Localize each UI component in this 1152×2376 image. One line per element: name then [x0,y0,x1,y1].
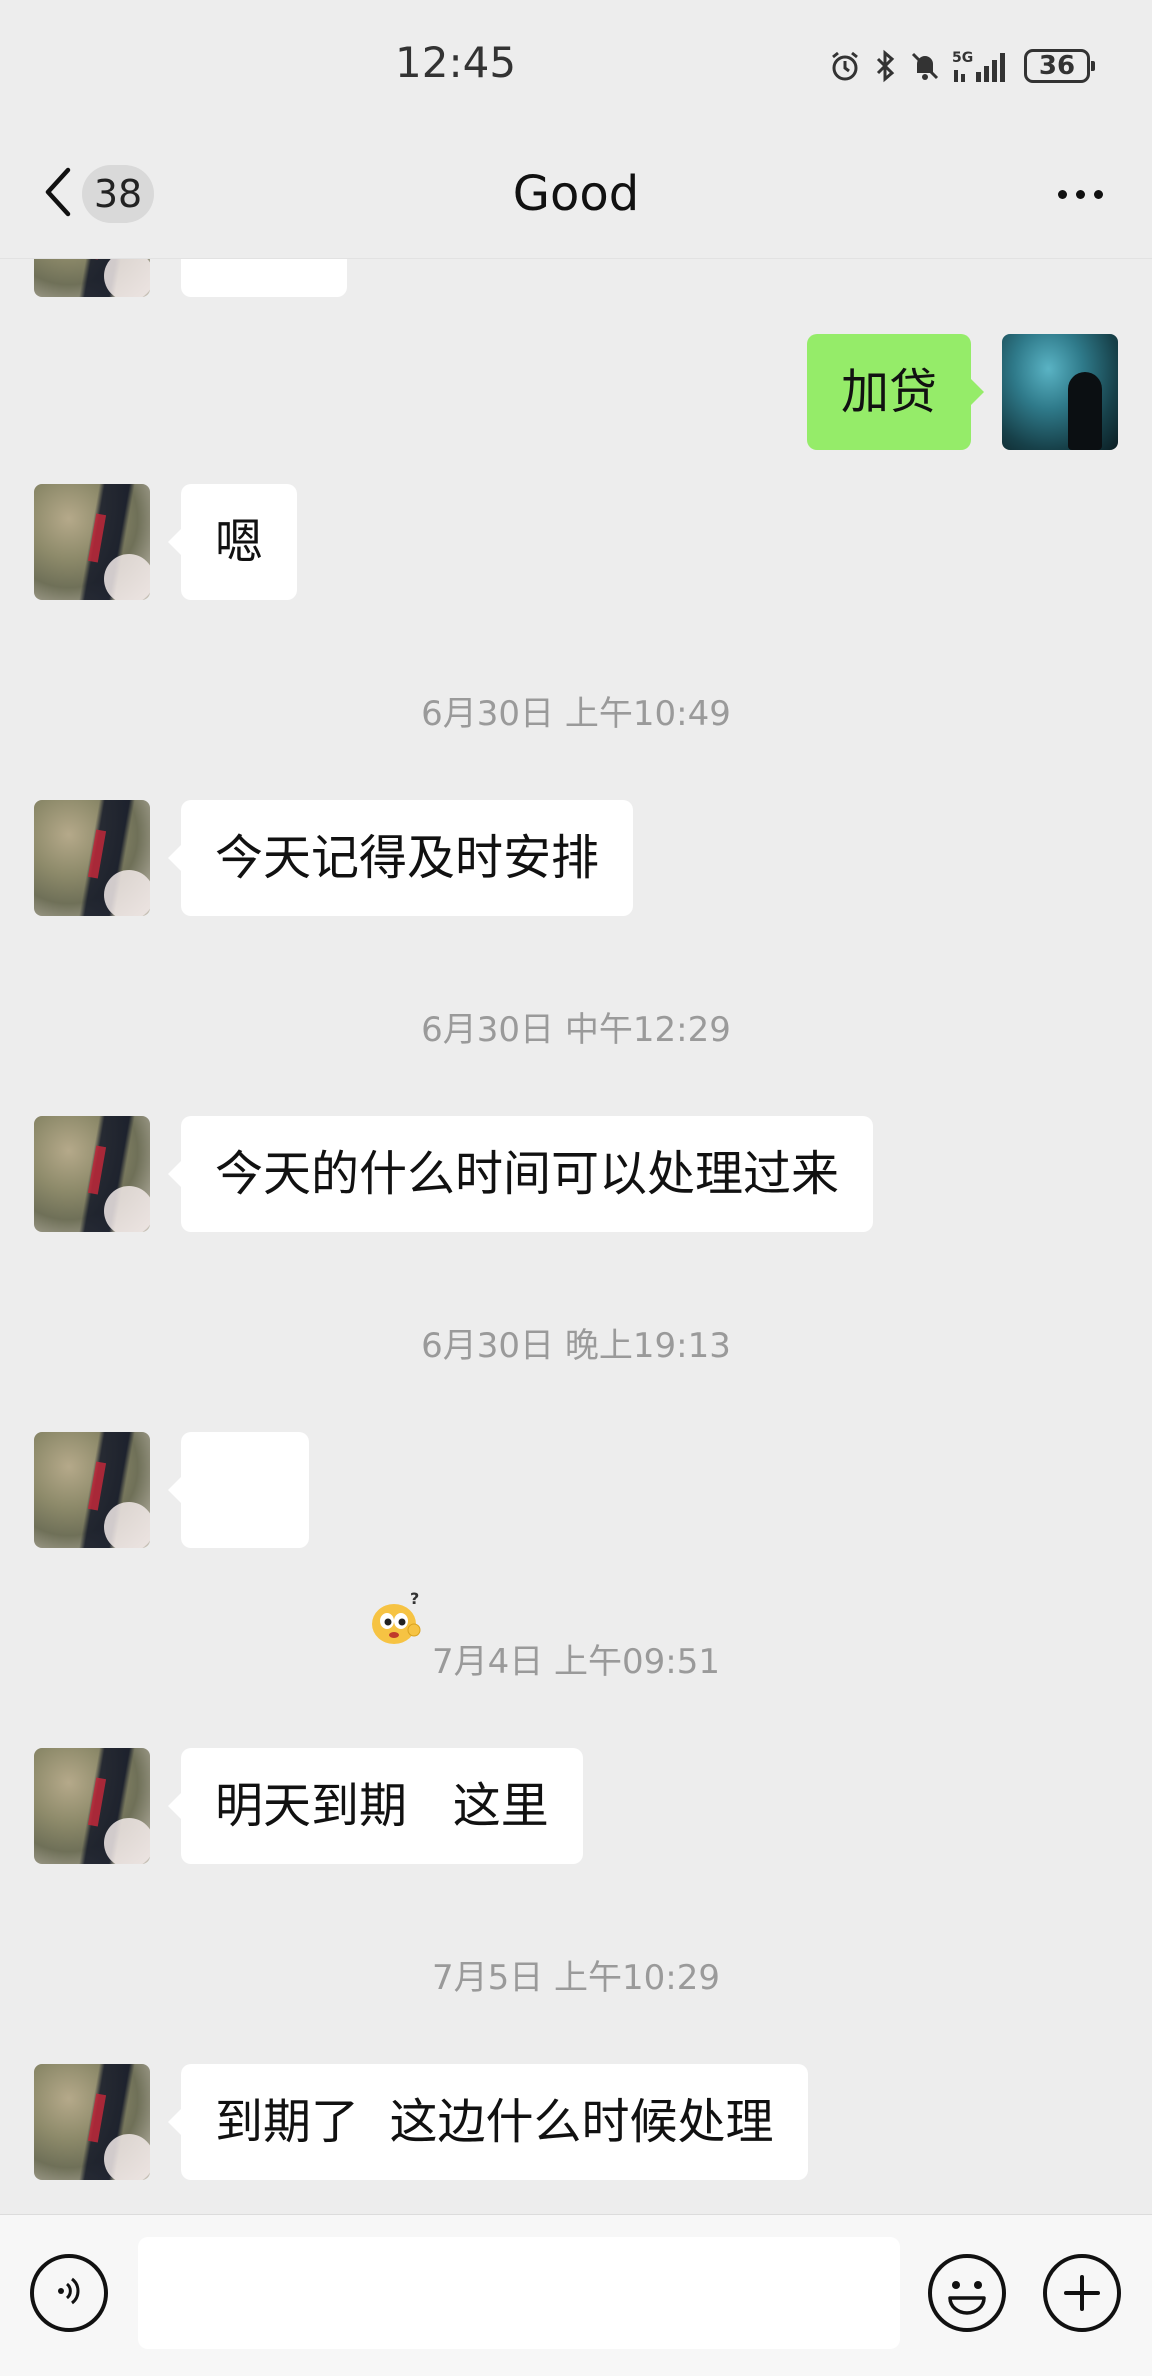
status-time: 12:45 [395,38,517,87]
signal-5g-icon: 5G [952,48,1014,84]
status-icons: 5G 36 [828,45,1095,87]
my-avatar[interactable] [1002,334,1118,450]
more-dots-icon [1057,189,1067,199]
svg-text:5G: 5G [952,50,973,66]
plus-button[interactable] [1043,2254,1121,2332]
message-bubble[interactable]: ? [168,1432,421,1644]
message-input[interactable] [138,2237,900,2349]
message-bubble[interactable]: 嗯 [167,484,298,600]
battery-icon: 36 [1024,49,1095,83]
confused-face-emoji: ? [215,1460,421,1644]
alarm-icon [828,49,862,83]
chat-screen: 12:45 5G 36 38 Good 加贷 嗯 6月30日 上午10:49 今… [0,0,1152,2376]
chat-header: 38 Good [0,130,1152,259]
contact-avatar[interactable] [34,259,150,297]
voice-icon [49,2271,89,2315]
message-bubble[interactable]: 加贷 [806,334,985,450]
contact-avatar[interactable] [34,2064,150,2180]
timestamp-divider: 6月30日 晚上19:13 [421,1326,731,1366]
message-bubble[interactable]: 今天记得及时安排 [167,800,634,916]
timestamp-divider: 7月4日 上午09:51 [431,1642,721,1682]
contact-avatar[interactable] [34,1748,150,1864]
voice-button[interactable] [30,2254,108,2332]
chat-title: Good [512,166,640,222]
more-button[interactable] [1044,166,1116,222]
input-bar [0,2214,1152,2376]
timestamp-divider: 6月30日 中午12:29 [421,1010,731,1050]
mute-icon [908,49,942,83]
svg-text:?: ? [410,1590,419,1608]
timestamp-divider: 7月5日 上午10:29 [431,1958,721,1998]
contact-avatar[interactable] [34,800,150,916]
message-bubble[interactable] [181,259,347,297]
message-bubble[interactable]: 明天到期 这里 [168,1748,583,1864]
message-list[interactable]: 加贷 嗯 6月30日 上午10:49 今天记得及时安排 6月30日 中午12:2… [0,259,1152,2214]
contact-avatar[interactable] [34,484,150,600]
emoji-button[interactable] [928,2254,1006,2332]
timestamp-divider: 6月30日 上午10:49 [421,694,731,734]
contact-avatar[interactable] [34,1116,150,1232]
contact-avatar[interactable] [34,1432,150,1548]
message-bubble[interactable]: 今天的什么时间可以处理过来 [167,1116,874,1232]
status-bar: 12:45 5G 36 [0,0,1152,130]
bluetooth-icon [872,49,898,83]
message-bubble[interactable]: 到期了 这边什么时候处理 [168,2064,808,2180]
